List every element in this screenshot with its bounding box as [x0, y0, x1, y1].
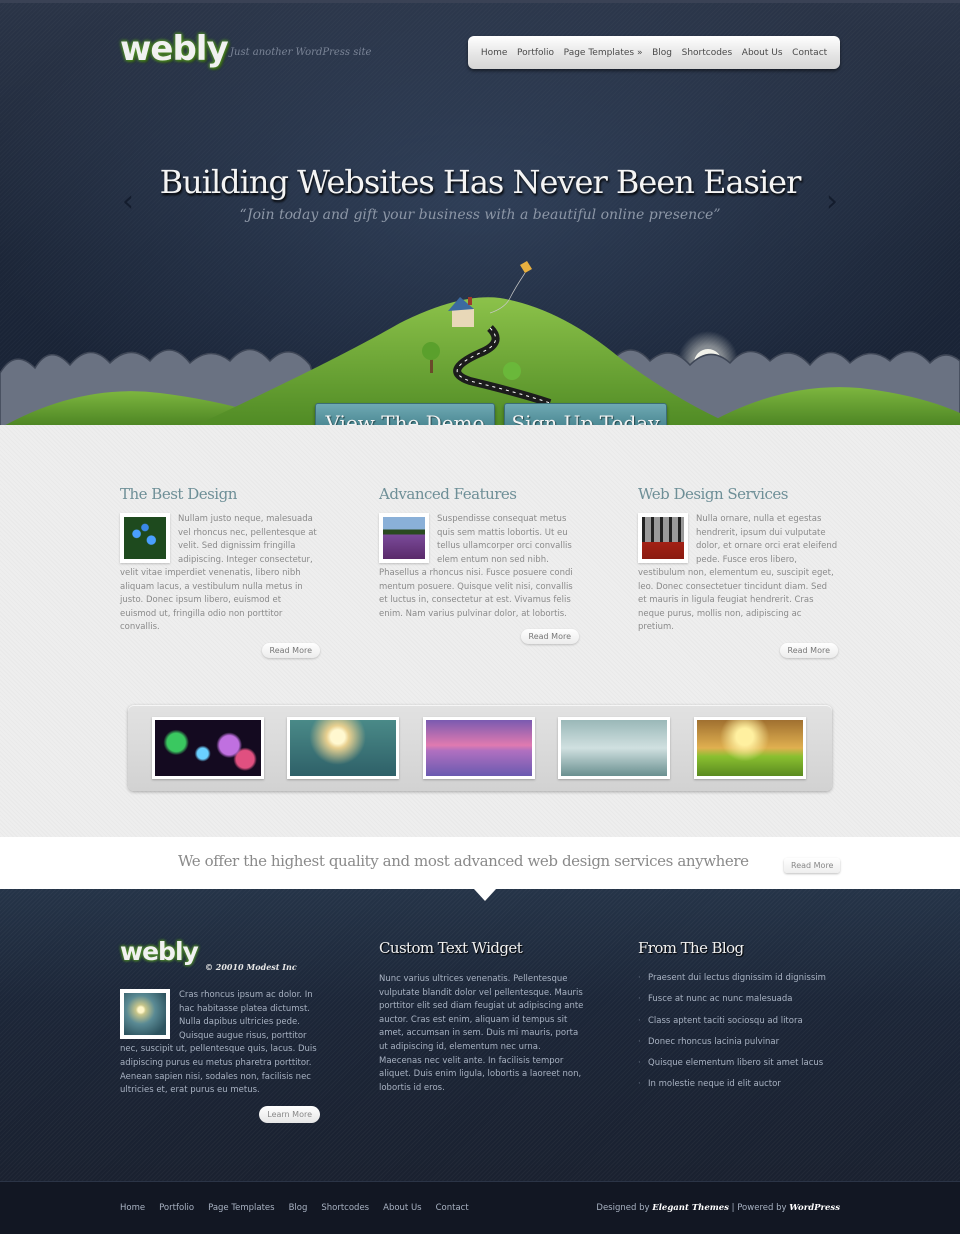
- main-nav: Home Portfolio Page Templates » Blog Sho…: [468, 36, 840, 69]
- designer-link[interactable]: Elegant Themes: [652, 1203, 729, 1213]
- nav-contact[interactable]: Contact: [792, 48, 827, 58]
- image-carousel: [128, 705, 832, 791]
- widget-title: Custom Text Widget: [379, 939, 523, 957]
- feature-column: Web Design Services Nulla ornare, nulla …: [638, 485, 838, 658]
- widget-text: Nunc varius ultrices venenatis. Pellente…: [379, 974, 584, 1093]
- read-more-button[interactable]: Read More: [520, 629, 579, 644]
- footer-nav-home[interactable]: Home: [120, 1203, 145, 1213]
- feature-image-blue-flowers: [120, 513, 170, 563]
- nav-page-templates[interactable]: Page Templates »: [564, 48, 643, 58]
- nav-blog[interactable]: Blog: [652, 48, 672, 58]
- platform-link[interactable]: WordPress: [789, 1203, 840, 1213]
- blog-post-link[interactable]: Class aptent taciti sociosqu ad litora: [638, 1016, 838, 1026]
- read-more-button[interactable]: Read More: [261, 642, 320, 658]
- feature-column: Advanced Features Suspendisse consequat …: [379, 485, 579, 644]
- footer-about: Cras rhoncus ipsum ac dolor. In hac habi…: [120, 989, 320, 1123]
- powered-by-label: Powered by: [737, 1203, 787, 1213]
- footer-nav: Home Portfolio Page Templates Blog Short…: [120, 1203, 469, 1213]
- learn-more-button[interactable]: Learn More: [259, 1105, 320, 1123]
- features-section: The Best Design Nullam justo neque, male…: [0, 425, 960, 837]
- bush: [503, 362, 521, 380]
- hero-illustration: [0, 261, 960, 428]
- footer-nav-page-templates[interactable]: Page Templates: [208, 1203, 275, 1213]
- footer-nav-about-us[interactable]: About Us: [383, 1203, 421, 1213]
- designed-by-label: Designed by: [596, 1203, 650, 1213]
- gallery-item-dandelion[interactable]: [287, 717, 399, 779]
- blog-post-link[interactable]: Fusce at nunc ac nunc malesuada: [638, 994, 838, 1004]
- nav-home[interactable]: Home: [481, 48, 508, 58]
- feature-column: The Best Design Nullam justo neque, male…: [120, 485, 320, 658]
- site-tagline: Just another WordPress site: [230, 47, 372, 58]
- notch-pointer: [474, 889, 496, 901]
- credits-separator: |: [731, 1203, 735, 1213]
- bottom-bar: Home Portfolio Page Templates Blog Short…: [0, 1181, 960, 1234]
- gallery-item-tractor-field[interactable]: [694, 717, 806, 779]
- blog-post-link[interactable]: Donec rhoncus lacinia pulvinar: [638, 1037, 838, 1047]
- cta-strip: We offer the highest quality and most ad…: [0, 837, 960, 889]
- strip-read-more-button[interactable]: Read More: [784, 858, 841, 873]
- nav-about-us[interactable]: About Us: [742, 48, 783, 58]
- blog-list: Praesent dui lectus dignissim id digniss…: [638, 973, 838, 1089]
- copyright: © 20010 Modest Inc: [205, 962, 297, 972]
- blog-post-link[interactable]: Praesent dui lectus dignissim id digniss…: [638, 973, 838, 983]
- footer-nav-contact[interactable]: Contact: [436, 1203, 469, 1213]
- footer-image-dandelion: [120, 989, 170, 1039]
- feature-title: The Best Design: [120, 485, 237, 503]
- feature-image-lavender-field: [379, 513, 429, 563]
- hero-title: Building Websites Has Never Been Easier: [159, 163, 802, 201]
- site-logo[interactable]: webly: [120, 29, 229, 69]
- nav-portfolio[interactable]: Portfolio: [517, 48, 554, 58]
- feature-image-red-forest: [638, 513, 688, 563]
- gallery-item-misty-lake[interactable]: [558, 717, 670, 779]
- footer-logo: webly: [120, 937, 199, 966]
- footer: webly © 20010 Modest Inc Cras rhoncus ip…: [0, 889, 960, 1181]
- header: webly Just another WordPress site Home P…: [0, 0, 960, 443]
- hero-subtitle: “Join today and gift your business with …: [239, 207, 721, 223]
- read-more-button[interactable]: Read More: [779, 642, 838, 658]
- gallery-item-bridge-sunset[interactable]: [423, 717, 535, 779]
- footer-nav-shortcodes[interactable]: Shortcodes: [321, 1203, 369, 1213]
- footer-nav-portfolio[interactable]: Portfolio: [159, 1203, 194, 1213]
- footer-blog-widget: From The Blog Praesent dui lectus dignis…: [638, 939, 838, 1101]
- nav-shortcodes[interactable]: Shortcodes: [682, 48, 733, 58]
- blog-post-link[interactable]: In molestie neque id elit auctor: [638, 1079, 838, 1089]
- cta-strip-text: We offer the highest quality and most ad…: [178, 852, 749, 870]
- gallery-item-bokeh-lights[interactable]: [152, 717, 264, 779]
- credits: Designed by Elegant Themes | Powered by …: [596, 1203, 840, 1213]
- feature-title: Advanced Features: [379, 485, 517, 503]
- footer-text-widget: Custom Text Widget Nunc varius ultrices …: [379, 939, 584, 1095]
- footer-nav-blog[interactable]: Blog: [289, 1203, 308, 1213]
- feature-title: Web Design Services: [638, 485, 788, 503]
- blog-title: From The Blog: [638, 939, 744, 957]
- blog-post-link[interactable]: Quisque elementum libero sit amet lacus: [638, 1058, 838, 1068]
